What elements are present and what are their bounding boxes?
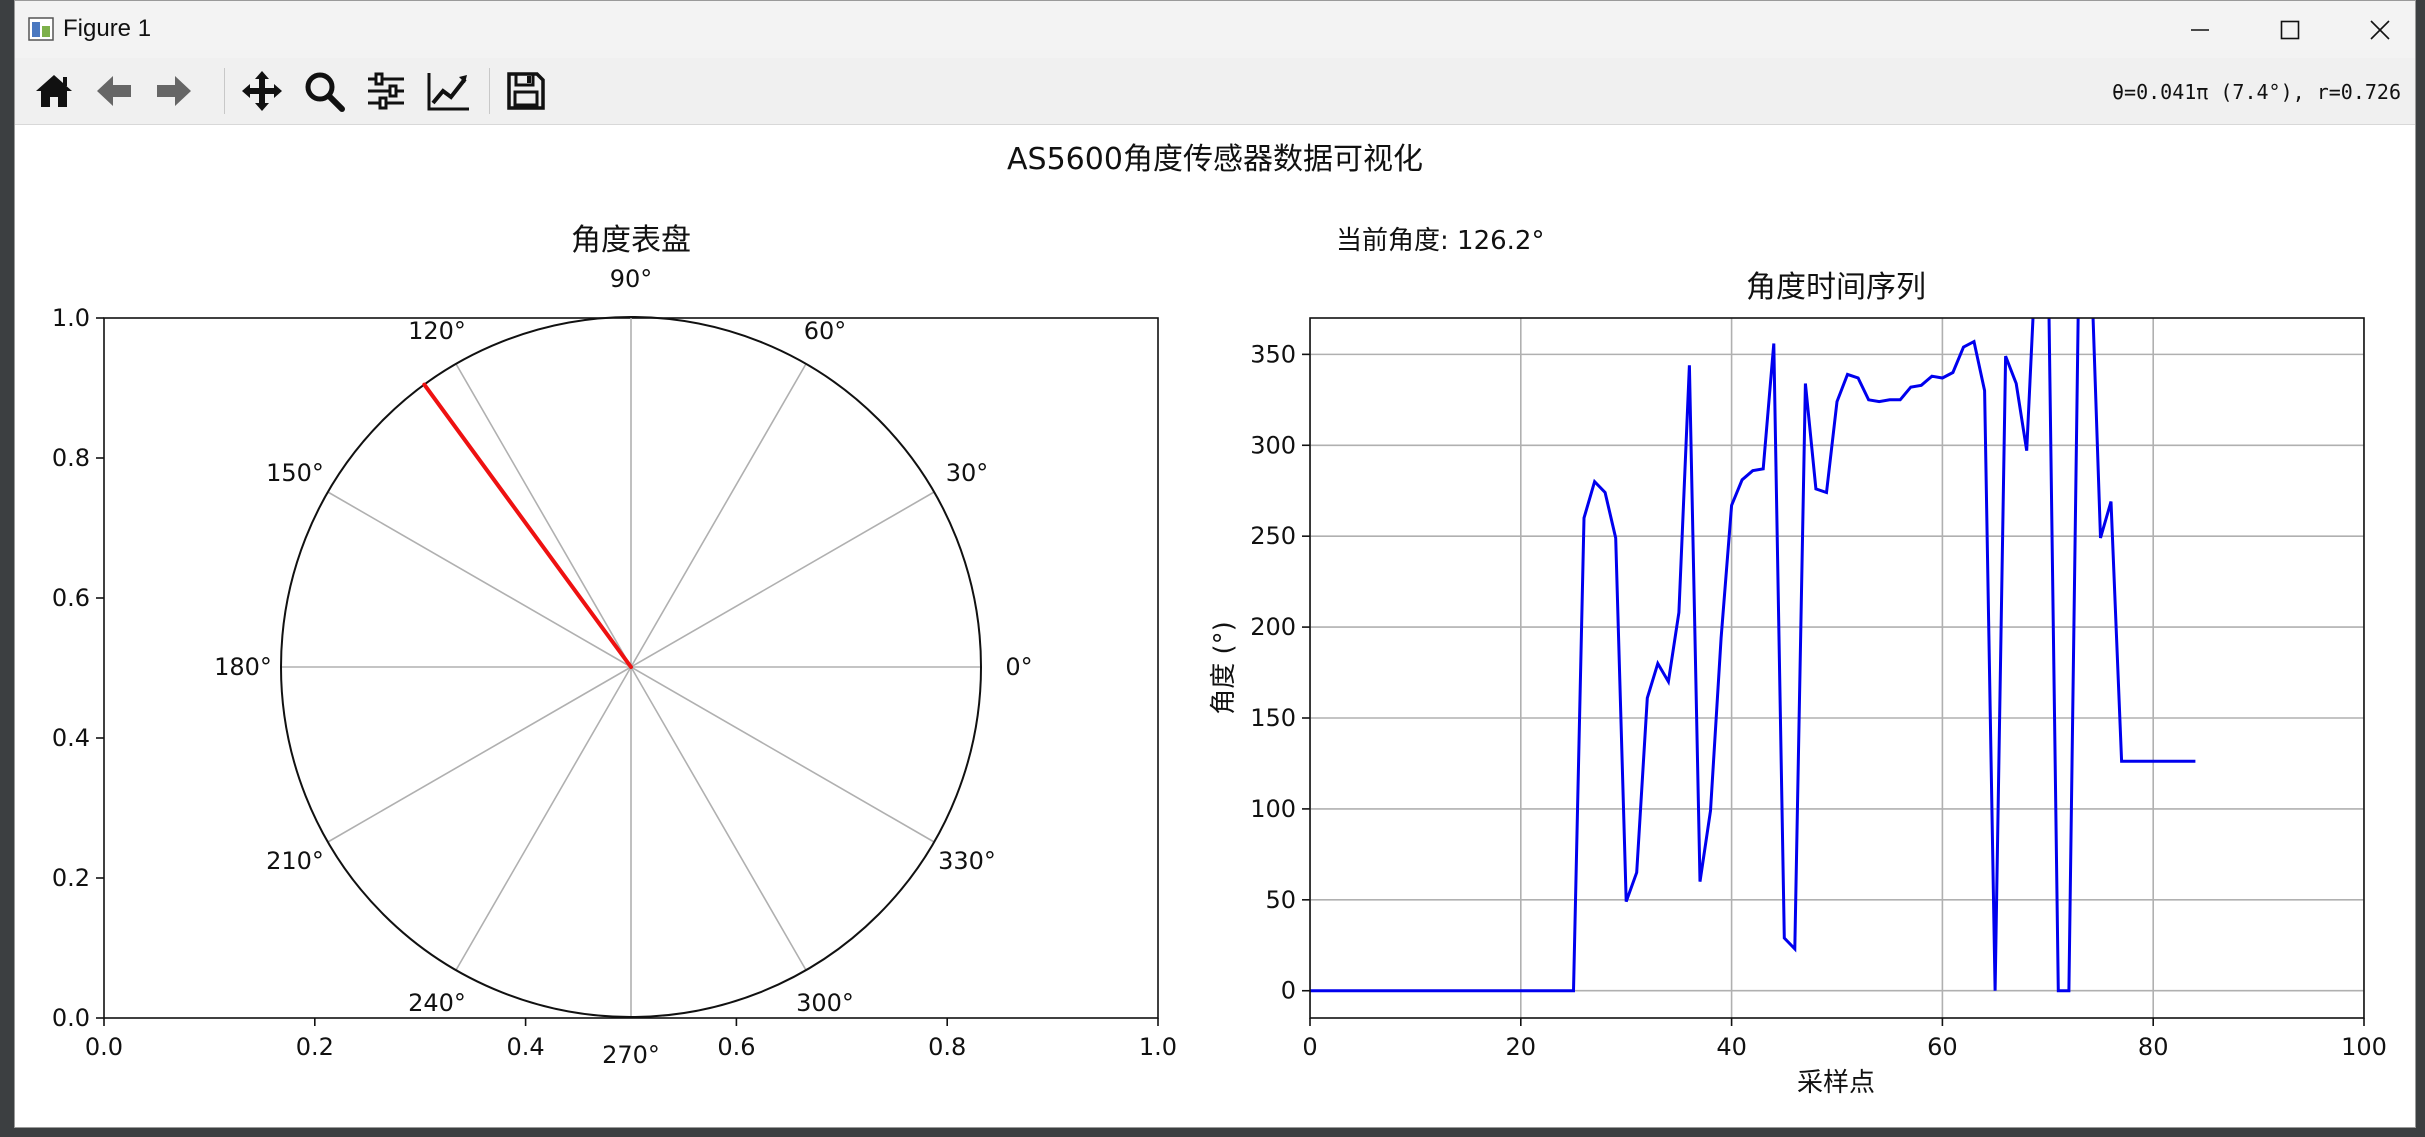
arrow-left-icon xyxy=(97,76,131,106)
dial-x-tick-label: 0.2 xyxy=(296,1033,334,1061)
title-bar[interactable]: Figure 1 xyxy=(15,1,2415,58)
minimize-button[interactable] xyxy=(2155,1,2245,58)
dial-angle-label: 30° xyxy=(946,459,989,487)
dial-y-axis: 0.0 0.2 0.4 0.6 0.8 1.0 xyxy=(52,304,104,1032)
current-angle-text: 当前角度: 126.2° xyxy=(1336,226,1544,256)
pan-button[interactable] xyxy=(237,66,287,116)
cursor-coordinates: θ=0.041π (7.4°), r=0.726 xyxy=(2112,80,2401,104)
timeseries-y-tick-label: 200 xyxy=(1250,613,1296,641)
dial-angle-label: 240° xyxy=(408,989,466,1017)
dial-chart: 角度表盘 0.0 0.2 0.4 0.6 0.8 1.0 0.0 0.2 0.4 0.6 0.8 1… xyxy=(52,223,1177,1069)
timeseries-x-tick-label: 0 xyxy=(1302,1033,1317,1061)
dial-y-tick-label: 0.2 xyxy=(52,864,90,892)
arrow-right-icon xyxy=(157,76,191,106)
window-title: Figure 1 xyxy=(63,15,152,42)
dial-grid-line xyxy=(630,666,807,971)
timeseries-x-tick-label: 100 xyxy=(2341,1033,2387,1061)
figure-window: Figure 1 θ=0.041π (7.4°), r=0.726 AS5600… xyxy=(14,0,2416,1128)
dial-angle-label: 90° xyxy=(610,265,653,293)
back-button[interactable] xyxy=(89,66,139,116)
dial-angle-label: 270° xyxy=(602,1041,660,1069)
dial-angle-label: 0° xyxy=(1005,653,1032,681)
save-button[interactable] xyxy=(501,66,551,116)
app-icon xyxy=(28,17,54,41)
timeseries-frame xyxy=(1309,317,2365,1019)
timeseries-title: 角度时间序列 xyxy=(1746,270,1926,305)
figure-suptitle: AS5600角度传感器数据可视化 xyxy=(1007,142,1423,177)
dial-grid-line xyxy=(327,666,632,843)
dial-needle xyxy=(422,382,633,669)
dial-x-tick-label: 0.4 xyxy=(507,1033,545,1061)
dial-grid-line xyxy=(630,363,807,668)
minimize-icon xyxy=(2191,28,2209,31)
dial-x-tick-label: 1.0 xyxy=(1139,1033,1177,1061)
axes-edit-button[interactable] xyxy=(423,66,473,116)
navigation-toolbar: θ=0.041π (7.4°), r=0.726 xyxy=(15,58,2415,125)
maximize-button[interactable] xyxy=(2245,1,2335,58)
timeseries-x-axis: 0 20 40 60 80 100 xyxy=(1302,1018,2387,1061)
timeseries-y-tick-label: 0 xyxy=(1281,977,1296,1005)
toolbar-separator xyxy=(224,68,225,114)
dial-angle-label: 330° xyxy=(938,847,996,875)
timeseries-y-tick-label: 300 xyxy=(1250,431,1296,459)
timeseries-chart: 当前角度: 126.2° 角度时间序列 0 20 40 60 80 100 0 50 100 1… xyxy=(1209,226,2387,1098)
dial-x-tick-label: 0.0 xyxy=(85,1033,123,1061)
magnifier-icon xyxy=(305,72,345,112)
timeseries-y-tick-label: 150 xyxy=(1250,704,1296,732)
home-button[interactable] xyxy=(29,66,79,116)
dial-x-tick-label: 0.6 xyxy=(717,1033,755,1061)
dial-grid-line xyxy=(630,491,935,668)
timeseries-x-tick-label: 40 xyxy=(1716,1033,1747,1061)
timeseries-x-tick-label: 80 xyxy=(2138,1033,2169,1061)
home-icon xyxy=(36,75,72,107)
timeseries-ylabel: 角度 (°) xyxy=(1209,621,1239,715)
sliders-icon xyxy=(368,72,404,110)
dial-grid-line xyxy=(455,666,632,971)
timeseries-plot-area xyxy=(1310,318,2364,1018)
timeseries-line xyxy=(1310,318,2196,993)
dial-angle-label: 60° xyxy=(804,317,847,345)
dial-angle-label: 180° xyxy=(214,653,272,681)
dial-angle-label: 150° xyxy=(266,459,324,487)
dial-angle-label: 120° xyxy=(408,317,466,345)
timeseries-x-tick-label: 60 xyxy=(1927,1033,1958,1061)
close-icon xyxy=(2370,19,2390,40)
dial-angle-label: 300° xyxy=(796,989,854,1017)
close-button[interactable] xyxy=(2335,1,2415,58)
dial-y-tick-label: 1.0 xyxy=(52,304,90,332)
toolbar-separator xyxy=(489,68,490,114)
zoom-button[interactable] xyxy=(299,66,349,116)
subplots-button[interactable] xyxy=(361,66,411,116)
dial-grid-line xyxy=(455,363,632,668)
dial-y-tick-label: 0.6 xyxy=(52,584,90,612)
dial-angle-label: 210° xyxy=(266,847,324,875)
move-icon xyxy=(242,71,282,111)
dial-x-tick-label: 0.8 xyxy=(928,1033,966,1061)
timeseries-x-tick-label: 20 xyxy=(1506,1033,1537,1061)
floppy-disk-icon xyxy=(507,72,545,110)
dial-y-tick-label: 0.0 xyxy=(52,1004,90,1032)
timeseries-xlabel: 采样点 xyxy=(1797,1068,1875,1098)
timeseries-y-tick-label: 250 xyxy=(1250,522,1296,550)
timeseries-y-axis: 0 50 100 150 200 250 300 350 xyxy=(1250,340,1310,1005)
dial-grid-line xyxy=(327,491,632,668)
timeseries-grid xyxy=(1310,318,2364,1018)
maximize-icon xyxy=(2280,20,2300,39)
figure-canvas[interactable]: AS5600角度传感器数据可视化 角度表盘 0.0 0.2 0.4 0.6 0.8 1.0… xyxy=(15,125,2415,1125)
timeseries-y-tick-label: 350 xyxy=(1250,340,1296,368)
timeseries-y-tick-label: 50 xyxy=(1265,886,1296,914)
dial-y-tick-label: 0.4 xyxy=(52,724,90,752)
line-chart-icon xyxy=(427,73,469,111)
dial-title: 角度表盘 xyxy=(571,223,691,258)
dial-grid-line xyxy=(630,666,935,843)
forward-button[interactable] xyxy=(149,66,199,116)
timeseries-y-tick-label: 100 xyxy=(1250,795,1296,823)
dial-y-tick-label: 0.8 xyxy=(52,444,90,472)
